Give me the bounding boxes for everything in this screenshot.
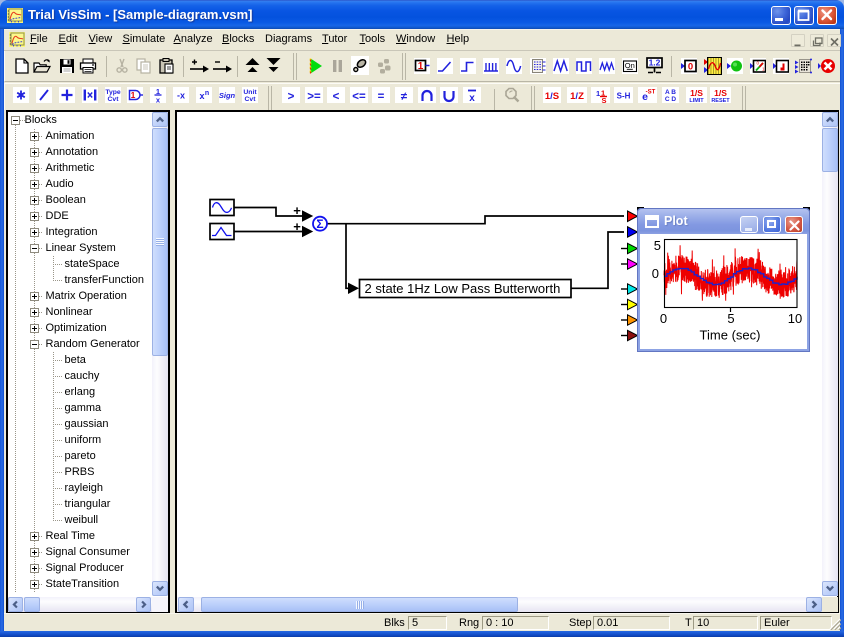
- svg-text:0: 0: [652, 266, 659, 281]
- svg-text:1/S: 1/S: [714, 88, 727, 98]
- svg-text:A B: A B: [665, 89, 676, 96]
- svg-text:Type: Type: [105, 89, 121, 96]
- svg-text:-x: -x: [177, 91, 185, 101]
- svg-text:S: S: [602, 96, 607, 103]
- svg-text:0: 0: [660, 311, 667, 326]
- svg-text:1: 1: [131, 90, 136, 100]
- svg-text:On: On: [625, 61, 635, 70]
- svg-text:>=: >=: [307, 91, 321, 103]
- svg-text:Σ: Σ: [316, 217, 323, 231]
- svg-text:=: =: [378, 91, 385, 103]
- svg-text:2 state 1Hz Low Pass Butterwor: 2 state 1Hz Low Pass Butterworth: [365, 281, 561, 296]
- svg-text:≠: ≠: [401, 91, 408, 103]
- svg-text:<=: <=: [352, 91, 366, 103]
- svg-text:-ST: -ST: [646, 90, 656, 96]
- svg-text:+: +: [293, 203, 301, 218]
- svg-text:1/S: 1/S: [690, 88, 703, 98]
- svg-text:5: 5: [727, 311, 734, 326]
- svg-text:Sign: Sign: [219, 91, 235, 100]
- svg-text:1: 1: [418, 61, 424, 72]
- svg-text:>: >: [288, 91, 295, 103]
- svg-text:RESET: RESET: [711, 98, 730, 103]
- svg-text:x: x: [469, 93, 475, 103]
- svg-text:+: +: [293, 219, 301, 234]
- svg-text:0: 0: [688, 62, 693, 73]
- svg-text:S-H: S-H: [617, 92, 631, 101]
- svg-text:1/Z: 1/Z: [570, 91, 584, 102]
- svg-text:Cvt: Cvt: [245, 96, 257, 103]
- svg-text:5: 5: [654, 238, 661, 253]
- svg-text:1.2: 1.2: [649, 58, 661, 68]
- svg-text:Cvt: Cvt: [108, 96, 120, 103]
- svg-text:Unit: Unit: [243, 89, 257, 96]
- svg-text:x: x: [199, 91, 204, 101]
- svg-text:n: n: [205, 90, 209, 97]
- svg-text:C D: C D: [665, 96, 677, 103]
- svg-text:1: 1: [596, 89, 600, 98]
- svg-text:<: <: [333, 91, 340, 103]
- svg-text:LIMIT: LIMIT: [689, 98, 704, 103]
- svg-text:Time (sec): Time (sec): [700, 328, 761, 343]
- svg-text:1/S: 1/S: [545, 91, 559, 102]
- svg-text:10: 10: [788, 311, 802, 326]
